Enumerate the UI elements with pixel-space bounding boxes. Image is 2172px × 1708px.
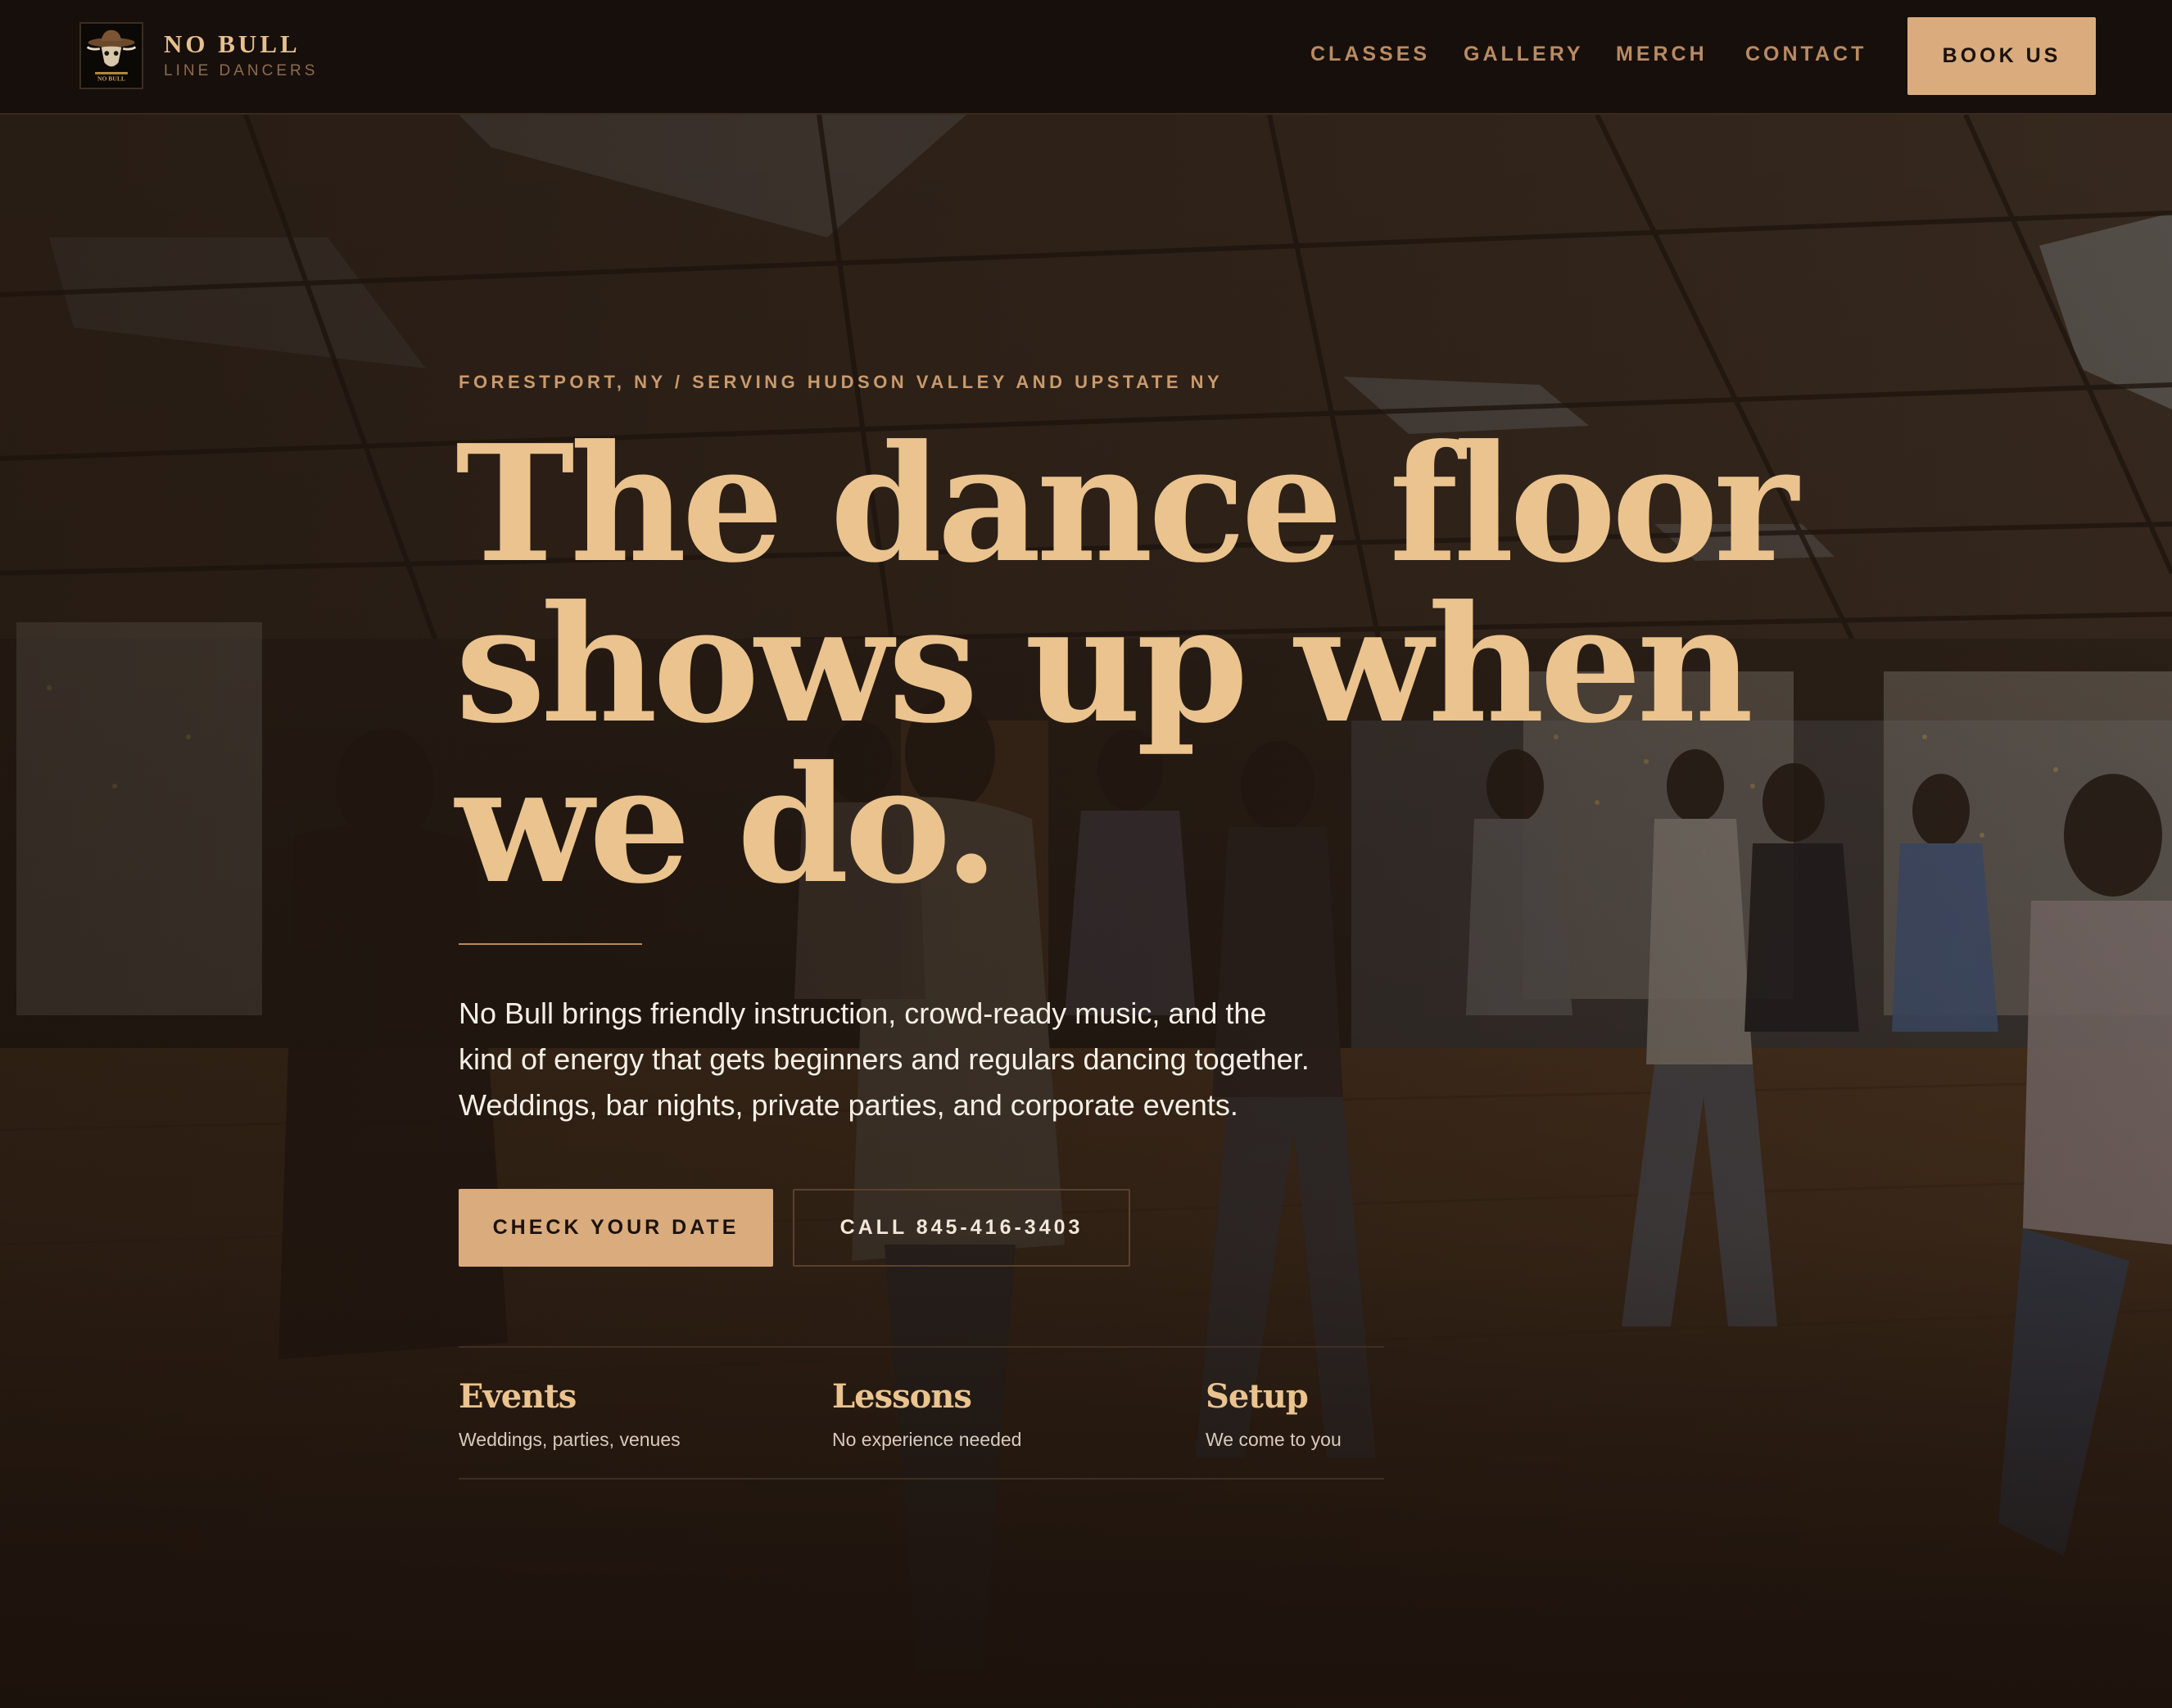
nav-merch[interactable]: MERCH	[1616, 43, 1708, 66]
feature-title: Setup	[1206, 1377, 1309, 1416]
feature-title: Events	[459, 1377, 577, 1416]
check-your-date-button[interactable]: CHECK YOUR DATE	[459, 1189, 773, 1267]
feature-setup: Setup We come to you	[1206, 1377, 1342, 1451]
intro-line: kind of energy that gets beginners and r…	[459, 1042, 1310, 1076]
nav-contact[interactable]: CONTACT	[1745, 43, 1867, 66]
hero-intro: No Bull brings friendly instruction, cro…	[459, 991, 1409, 1128]
headline-line: shows up when	[455, 571, 1753, 759]
nav-classes[interactable]: CLASSES	[1310, 43, 1430, 66]
feature-lessons: Lessons No experience needed	[832, 1377, 1021, 1451]
hero-eyebrow: FORESTPORT, NY / SERVING HUDSON VALLEY A…	[459, 372, 1224, 392]
feature-events: Events Weddings, parties, venues	[459, 1377, 681, 1451]
site-header: NO BULL NO BULL LINE DANCERS CLASSES GAL…	[0, 0, 2172, 115]
nav-gallery[interactable]: GALLERY	[1464, 43, 1584, 66]
hero-headline: The dance floor shows up when we do.	[455, 410, 1799, 920]
headline-line: The dance floor	[455, 410, 1799, 599]
brand-tagline: LINE DANCERS	[164, 62, 319, 79]
brand-name[interactable]: NO BULL	[164, 29, 301, 59]
logo[interactable]: NO BULL	[79, 22, 143, 89]
feature-title: Lessons	[832, 1377, 972, 1416]
feature-subtitle: Weddings, parties, venues	[459, 1429, 681, 1450]
headline-line: we do.	[455, 731, 999, 920]
features-strip: Events Weddings, parties, venues Lessons…	[459, 1346, 1384, 1480]
feature-subtitle: We come to you	[1206, 1429, 1342, 1450]
feature-subtitle: No experience needed	[832, 1429, 1022, 1450]
book-us-button[interactable]: BOOK US	[1907, 17, 2096, 95]
bull-skull-cowboy-hat-icon: NO BULL	[81, 24, 142, 88]
call-phone-button[interactable]: CALL 845-416-3403	[793, 1189, 1130, 1267]
divider	[459, 943, 642, 945]
svg-text:NO BULL: NO BULL	[97, 75, 125, 82]
intro-line: No Bull brings friendly instruction, cro…	[459, 996, 1267, 1030]
intro-line: Weddings, bar nights, private parties, a…	[459, 1088, 1238, 1122]
